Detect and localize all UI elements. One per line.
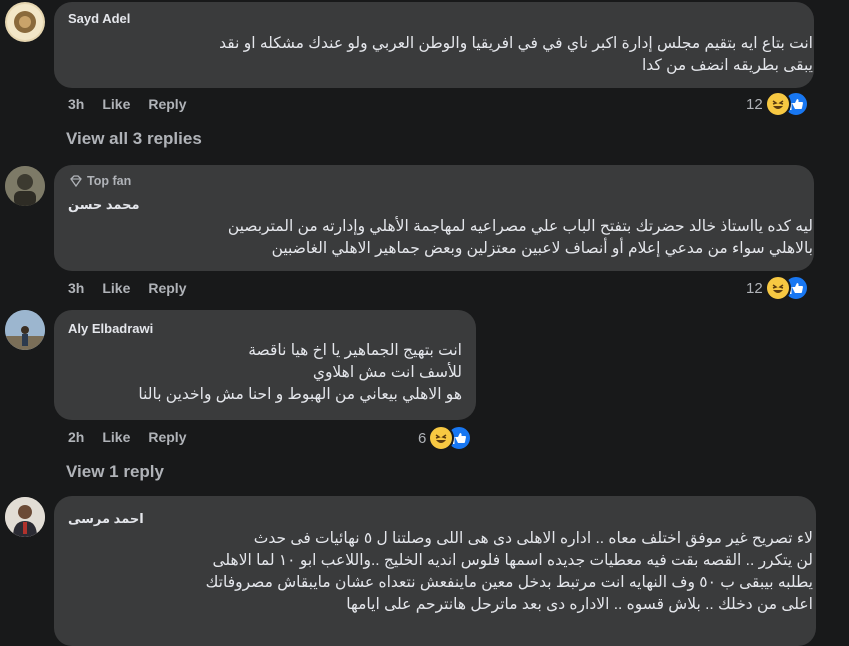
comment-actions: 3h Like Reply: [68, 96, 186, 112]
reply-button[interactable]: Reply: [148, 280, 186, 296]
comment-text: ليه كده يااستاذ خالد حضرتك بتفتح الباب ع…: [227, 218, 813, 257]
like-button[interactable]: Like: [102, 96, 130, 112]
top-fan-badge: Top fan: [69, 174, 131, 188]
avatar-image-icon: [5, 166, 45, 206]
diamond-icon: [70, 175, 82, 187]
comment-text: انت بتاع ايه بتقيم مجلس إدارة اكبر ناي ف…: [219, 35, 813, 74]
avatar[interactable]: [5, 166, 45, 206]
badge-label: Top fan: [87, 174, 132, 188]
comment-actions: 2h Like Reply: [68, 429, 186, 445]
view-replies-link[interactable]: View all 3 replies: [66, 129, 202, 149]
view-replies-link[interactable]: View 1 reply: [66, 462, 164, 482]
comment-author[interactable]: احمد مرسى: [68, 511, 144, 527]
reaction-summary[interactable]: 6: [418, 425, 473, 451]
avatar-image-icon: [5, 497, 45, 537]
comment-author[interactable]: Sayd Adel: [68, 11, 130, 26]
reaction-count: 12: [746, 279, 763, 297]
avatar[interactable]: [5, 497, 45, 537]
haha-icon: [764, 275, 791, 301]
reply-button[interactable]: Reply: [148, 429, 186, 445]
like-button[interactable]: Like: [102, 429, 130, 445]
comment-author[interactable]: Aly Elbadrawi: [68, 321, 153, 336]
comment-author[interactable]: محمد حسن: [68, 197, 140, 213]
avatar-image-icon: [5, 310, 45, 350]
comment-text: انت بتهيج الجماهير يا اخ هيا ناقصة للأسف…: [138, 342, 462, 403]
comment-actions: 3h Like Reply: [68, 280, 186, 296]
comment-time[interactable]: 3h: [68, 96, 84, 112]
comment-time[interactable]: 2h: [68, 429, 84, 445]
comment-time[interactable]: 3h: [68, 280, 84, 296]
avatar[interactable]: [5, 2, 45, 42]
reaction-summary[interactable]: 12: [746, 275, 809, 301]
haha-icon: [428, 425, 455, 451]
haha-icon: [764, 91, 791, 117]
reaction-summary[interactable]: 12: [746, 91, 809, 117]
reply-button[interactable]: Reply: [148, 96, 186, 112]
comment-text: لاء تصريح غير موفق اختلف معاه .. اداره ا…: [205, 530, 813, 613]
reaction-count: 12: [746, 95, 763, 113]
reaction-count: 6: [418, 429, 427, 447]
avatar-image-icon: [7, 4, 43, 40]
avatar[interactable]: [5, 310, 45, 350]
like-button[interactable]: Like: [102, 280, 130, 296]
